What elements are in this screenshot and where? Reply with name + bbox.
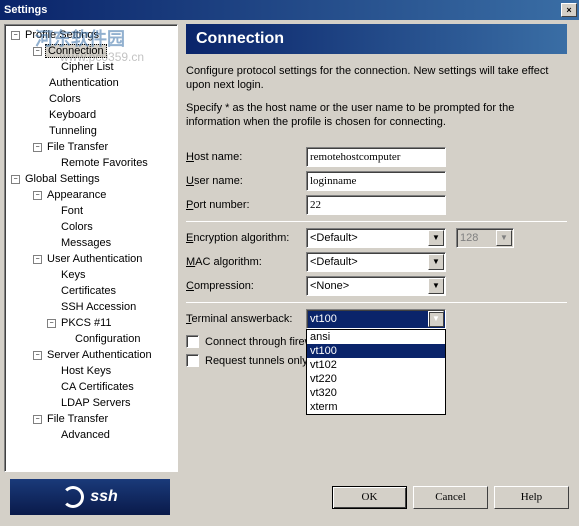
tree-profile-settings[interactable]: Profile Settings	[23, 29, 101, 41]
tree-tunneling[interactable]: Tunneling	[47, 125, 99, 137]
tree-certificates[interactable]: Certificates	[59, 285, 118, 297]
port-number-input[interactable]	[306, 195, 446, 215]
collapse-icon[interactable]: −	[33, 351, 42, 360]
ssh-logo: ssh	[10, 479, 170, 515]
mac-select[interactable]: <Default>▼	[306, 252, 446, 272]
chevron-down-icon: ▼	[428, 254, 444, 270]
window-title: Settings	[4, 4, 47, 16]
tree-authentication[interactable]: Authentication	[47, 77, 121, 89]
dropdown-option-vt220[interactable]: vt220	[307, 372, 445, 386]
firewall-checkbox[interactable]	[186, 335, 199, 348]
dropdown-option-ansi[interactable]: ansi	[307, 330, 445, 344]
tree-colors2[interactable]: Colors	[59, 221, 95, 233]
collapse-icon[interactable]: −	[47, 319, 56, 328]
terminal-dropdown[interactable]: ansi vt100 vt102 vt220 vt320 xterm	[306, 329, 446, 415]
tree-appearance[interactable]: Appearance	[45, 189, 108, 201]
tree-file-transfer2[interactable]: File Transfer	[45, 413, 110, 425]
tree-ldap-servers[interactable]: LDAP Servers	[59, 397, 133, 409]
collapse-icon[interactable]: −	[33, 47, 42, 56]
title-bar: Settings ×	[0, 0, 579, 20]
description-2: Specify * as the host name or the user n…	[186, 101, 567, 130]
encryption-select[interactable]: <Default>▼	[306, 228, 446, 248]
close-button[interactable]: ×	[561, 3, 577, 17]
tree-ca-certs[interactable]: CA Certificates	[59, 381, 136, 393]
tree-configuration[interactable]: Configuration	[73, 333, 142, 345]
encryption-label: Encryption algorithm:	[186, 232, 306, 244]
tree-advanced[interactable]: Advanced	[59, 429, 112, 441]
tree-font[interactable]: Font	[59, 205, 85, 217]
tunnels-checkbox[interactable]	[186, 354, 199, 367]
tree-remote-favorites[interactable]: Remote Favorites	[59, 157, 150, 169]
host-name-input[interactable]	[306, 147, 446, 167]
help-button[interactable]: Help	[494, 486, 569, 509]
dropdown-option-xterm[interactable]: xterm	[307, 400, 445, 414]
tree-user-auth[interactable]: User Authentication	[45, 253, 144, 265]
main-panel: Connection Configure protocol settings f…	[178, 24, 575, 472]
collapse-icon[interactable]: −	[33, 415, 42, 424]
chevron-down-icon: ▼	[496, 230, 512, 246]
chevron-down-icon: ▼	[428, 278, 444, 294]
port-number-label: Port number:	[186, 199, 306, 211]
tree-keys[interactable]: Keys	[59, 269, 87, 281]
compression-select[interactable]: <None>▼	[306, 276, 446, 296]
collapse-icon[interactable]: −	[11, 31, 20, 40]
footer: ssh OK Cancel Help	[0, 476, 579, 518]
collapse-icon[interactable]: −	[33, 191, 42, 200]
collapse-icon[interactable]: −	[11, 175, 20, 184]
terminal-label: Terminal answerback:	[186, 313, 306, 325]
panel-heading: Connection	[186, 24, 567, 54]
description-1: Configure protocol settings for the conn…	[186, 64, 567, 93]
dropdown-option-vt102[interactable]: vt102	[307, 358, 445, 372]
host-name-label: Host name:	[186, 151, 306, 163]
tree-ssh-accession[interactable]: SSH Accession	[59, 301, 138, 313]
tree-host-keys[interactable]: Host Keys	[59, 365, 113, 377]
terminal-select[interactable]: vt100▼	[306, 309, 446, 329]
compression-label: Compression:	[186, 280, 306, 292]
tree-server-auth[interactable]: Server Authentication	[45, 349, 154, 361]
ok-button[interactable]: OK	[332, 486, 407, 509]
ssh-ring-icon	[62, 486, 84, 508]
tree-global-settings[interactable]: Global Settings	[23, 173, 102, 185]
tree-cipher-list[interactable]: Cipher List	[59, 61, 116, 73]
user-name-label: User name:	[186, 175, 306, 187]
tree-messages[interactable]: Messages	[59, 237, 113, 249]
cancel-button[interactable]: Cancel	[413, 486, 488, 509]
dropdown-option-vt320[interactable]: vt320	[307, 386, 445, 400]
collapse-icon[interactable]: −	[33, 255, 42, 264]
user-name-input[interactable]	[306, 171, 446, 191]
chevron-down-icon: ▼	[428, 311, 444, 327]
tree-keyboard[interactable]: Keyboard	[47, 109, 98, 121]
tree-file-transfer[interactable]: File Transfer	[45, 141, 110, 153]
settings-tree[interactable]: −Profile Settings −Connection Cipher Lis…	[4, 24, 178, 472]
tree-pkcs11[interactable]: PKCS #11	[59, 317, 114, 329]
dropdown-option-vt100[interactable]: vt100	[307, 344, 445, 358]
tree-connection[interactable]: Connection	[45, 44, 107, 58]
collapse-icon[interactable]: −	[33, 143, 42, 152]
key-length-select: 128▼	[456, 228, 514, 248]
tree-colors[interactable]: Colors	[47, 93, 83, 105]
mac-label: MAC algorithm:	[186, 256, 306, 268]
chevron-down-icon: ▼	[428, 230, 444, 246]
